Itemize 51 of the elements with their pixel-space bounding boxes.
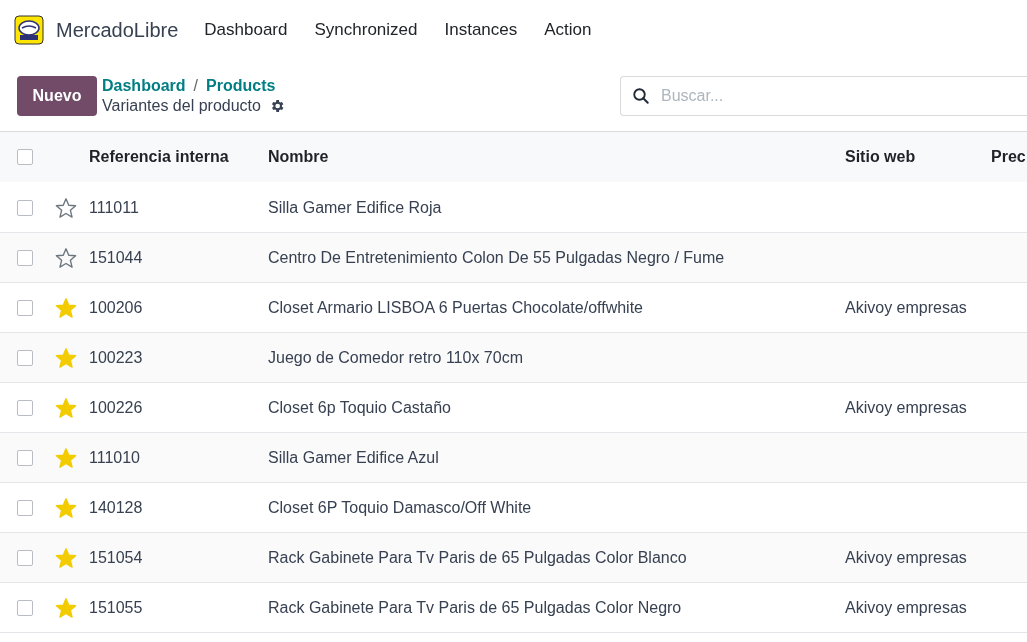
menu-item[interactable]: Dashboard xyxy=(204,20,288,40)
column-header[interactable]: Referencia interna xyxy=(89,148,268,166)
breadcrumb-link[interactable]: Dashboard xyxy=(102,77,186,95)
table-cell-text: Akivoy empresas xyxy=(845,398,968,417)
table-cell-text: 111010 xyxy=(89,448,141,467)
table-cell-text: 151054 xyxy=(89,548,144,567)
row-checkbox[interactable] xyxy=(17,299,33,316)
star-icon[interactable] xyxy=(55,196,77,219)
table-cell-text: 100206 xyxy=(89,298,144,317)
table-cell-text: 100223 xyxy=(89,348,144,367)
table-cell-text: Silla Gamer Edifice Roja xyxy=(268,198,443,217)
row-checkbox[interactable] xyxy=(17,399,33,416)
table-cell-text: 140128 xyxy=(89,498,144,517)
table-cell-text: Juego de Comedor retro 110x 70cm xyxy=(268,348,524,367)
row-checkbox[interactable] xyxy=(17,249,33,266)
table-cell-text: 111011 xyxy=(89,198,140,217)
table-cell-text: Silla Gamer Edifice Azul xyxy=(268,448,440,467)
table-cell-text: 151044 xyxy=(89,248,144,267)
breadcrumb-separator: / xyxy=(193,77,199,95)
menu-item[interactable]: Synchronized xyxy=(314,20,418,40)
column-header[interactable]: Prec xyxy=(991,148,1027,166)
table-cell-text: 100226 xyxy=(89,398,144,417)
app-name: MercadoLibre xyxy=(56,18,179,42)
menu-item[interactable]: Instances xyxy=(444,20,518,40)
table-cell-text: 151055 xyxy=(89,598,144,617)
column-header[interactable]: Sitio web xyxy=(845,148,991,166)
breadcrumb-link[interactable]: Products xyxy=(206,77,276,95)
search-icon xyxy=(632,87,650,105)
row-checkbox[interactable] xyxy=(17,349,33,366)
logo-icon xyxy=(14,15,44,45)
table-cell-text: Closet 6p Toquio Castaño xyxy=(268,398,452,417)
row-checkbox[interactable] xyxy=(17,199,33,216)
page-title: Variantes del producto xyxy=(102,97,261,115)
new-button[interactable]: Nuevo xyxy=(17,76,97,116)
row-checkbox[interactable] xyxy=(17,499,33,516)
table-cell-text: Closet Armario LISBOA 6 Puertas Chocolate/offwhite xyxy=(268,298,644,317)
column-header[interactable]: Nombre xyxy=(268,148,845,166)
search-field[interactable]: Buscar... xyxy=(620,76,1027,116)
table-cell-text: Centro De Entretenimiento Colon De 55 Pulgadas Negro / Fume xyxy=(268,248,726,267)
table-cell-text: Rack Gabinete Para Tv Paris de 65 Pulgadas Color Negro xyxy=(268,598,683,617)
table-cell-text: Akivoy empresas xyxy=(845,548,968,567)
select-all-checkbox[interactable] xyxy=(17,149,33,165)
row-checkbox[interactable] xyxy=(17,449,33,466)
row-checkbox[interactable] xyxy=(17,599,33,616)
star-icon[interactable] xyxy=(55,246,77,269)
table-cell-text: Rack Gabinete Para Tv Paris de 65 Pulgadas Color Blanco xyxy=(268,548,688,567)
menu-item[interactable]: Action xyxy=(544,20,592,40)
table-cell-text: Closet 6P Toquio Damasco/Off White xyxy=(268,498,533,517)
table-cell-text: Akivoy empresas xyxy=(845,298,968,317)
row-checkbox[interactable] xyxy=(17,549,33,566)
table-cell-text: Akivoy empresas xyxy=(845,598,968,617)
